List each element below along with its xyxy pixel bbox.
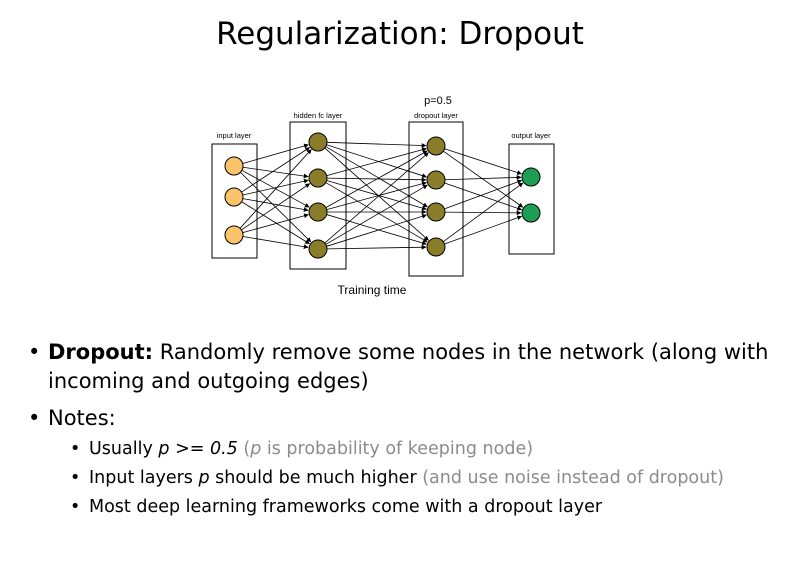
bullet-dropout-text: Randomly remove some nodes in the networ… bbox=[48, 340, 769, 393]
edge-arrow bbox=[444, 179, 523, 210]
p-symbol: p bbox=[198, 468, 210, 488]
probability-label: p=0.5 bbox=[424, 95, 452, 107]
p-symbol: p bbox=[158, 439, 170, 459]
bullet-list: • Dropout: Randomly remove some nodes in… bbox=[28, 338, 788, 522]
hidden-node bbox=[308, 239, 328, 259]
edge-arrow bbox=[242, 236, 309, 250]
bullet-dot: • bbox=[28, 406, 41, 430]
dropout-node bbox=[426, 170, 446, 190]
edge-arrow bbox=[326, 141, 427, 148]
hidden-node bbox=[308, 132, 328, 152]
sub-bullet-dot: • bbox=[70, 497, 81, 517]
edge-arrow bbox=[444, 148, 522, 175]
edge-arrow bbox=[326, 180, 427, 211]
grey-note: (and use noise instead of dropout) bbox=[422, 468, 724, 488]
edge-arrow bbox=[326, 213, 427, 247]
sub-bullet-dot: • bbox=[70, 468, 81, 488]
edge-arrow bbox=[242, 143, 309, 164]
dropout-node bbox=[426, 202, 446, 222]
hidden-node bbox=[308, 202, 328, 222]
edge-arrow bbox=[444, 182, 523, 211]
training-time-caption: Training time bbox=[338, 283, 407, 297]
sub-bullet-text: Input layers bbox=[89, 468, 199, 488]
edge-arrow bbox=[242, 166, 309, 179]
output-node bbox=[521, 167, 541, 187]
input-node bbox=[224, 187, 244, 207]
edge-arrow bbox=[326, 244, 427, 250]
input-node bbox=[224, 225, 244, 245]
hidden-layer-label: hidden fc layer bbox=[294, 111, 343, 120]
sub-bullet-frameworks: • Most deep learning frameworks come wit… bbox=[28, 493, 788, 522]
edge-arrow bbox=[326, 181, 427, 211]
sub-bullet-usually: • Usually p >= 0.5 (p is probability of … bbox=[28, 435, 788, 464]
edge-arrow bbox=[326, 144, 427, 178]
grey-note: is probability of keeping node) bbox=[261, 439, 534, 459]
dropout-node bbox=[426, 237, 446, 257]
edge-arrow bbox=[326, 147, 427, 177]
output-layer-label: output layer bbox=[511, 131, 551, 140]
edge-arrow bbox=[444, 215, 523, 245]
bullet-dropout: • Dropout: Randomly remove some nodes in… bbox=[28, 338, 788, 396]
sub-bullet-text: >= 0.5 bbox=[169, 439, 244, 459]
sub-bullet-text: Most deep learning frameworks come with … bbox=[89, 497, 603, 517]
edge-arrow bbox=[242, 178, 309, 196]
sub-bullet-text: Usually bbox=[89, 439, 159, 459]
bullet-notes-text: Notes: bbox=[48, 406, 116, 430]
output-node bbox=[521, 203, 541, 223]
p-symbol: p bbox=[250, 439, 262, 459]
bullet-dropout-bold: Dropout: bbox=[48, 340, 154, 364]
sub-bullet-input-layers: • Input layers p should be much higher (… bbox=[28, 464, 788, 493]
hidden-node bbox=[308, 168, 328, 188]
input-node bbox=[224, 156, 244, 176]
dropout-layer-label: dropout layer bbox=[414, 111, 458, 120]
sub-bullet-text: should be much higher bbox=[209, 468, 423, 488]
sub-bullet-dot: • bbox=[70, 439, 81, 459]
bullet-dot: • bbox=[28, 340, 41, 364]
bullet-notes: • Notes: bbox=[28, 404, 788, 433]
output-layer-box bbox=[508, 143, 555, 255]
dropout-node bbox=[426, 136, 446, 156]
edge-arrow bbox=[326, 214, 427, 246]
input-layer-label: input layer bbox=[217, 131, 252, 140]
